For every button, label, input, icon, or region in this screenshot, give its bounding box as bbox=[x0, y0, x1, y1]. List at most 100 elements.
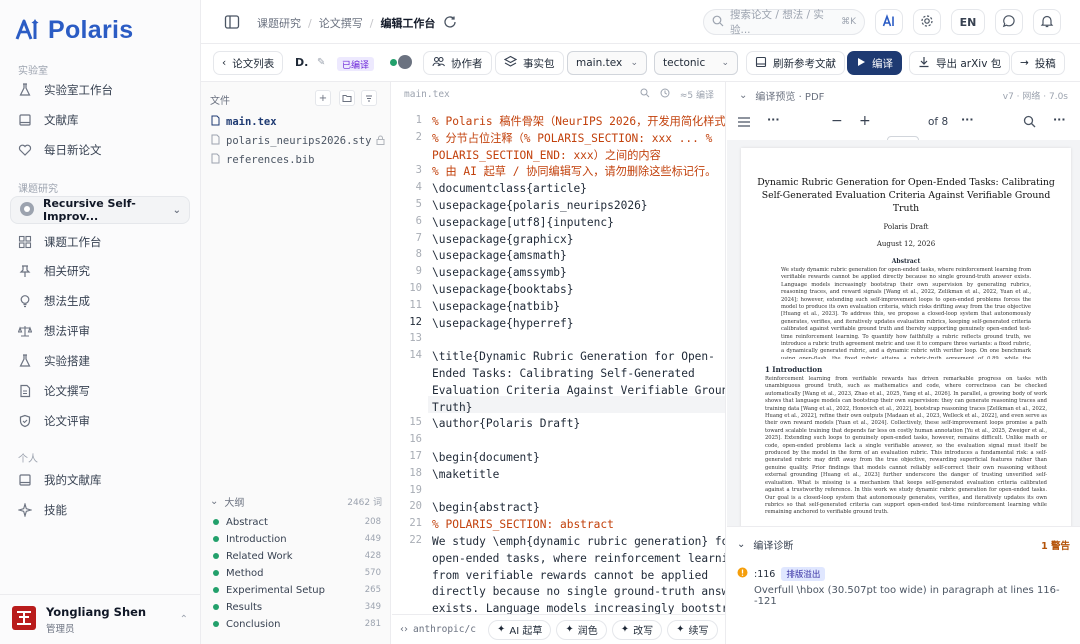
model-path[interactable]: anthropic/c bbox=[413, 624, 483, 635]
search-input[interactable]: 搜索论文 / 想法 / 实验... ⌘K bbox=[703, 9, 865, 36]
outline-item[interactable]: Abstract 208 bbox=[213, 514, 381, 530]
project-select[interactable]: Recursive Self-Improv... ⌄ bbox=[10, 196, 190, 224]
sidebar-item-idea-review[interactable]: 想法评审 bbox=[18, 321, 188, 341]
zoom-in-icon[interactable]: + bbox=[859, 113, 871, 129]
code-line[interactable]: \usepackage{natbib} bbox=[432, 299, 560, 316]
messages-button[interactable] bbox=[995, 9, 1023, 35]
outline-item[interactable]: Introduction 449 bbox=[213, 531, 381, 547]
outline-header[interactable]: ⌄ 大纲 2462 词 bbox=[210, 494, 382, 509]
code-line[interactable]: from verifiable rewards cannot be applie… bbox=[432, 568, 708, 585]
compile-button[interactable]: 编译 bbox=[847, 51, 902, 75]
main-file-select[interactable]: main.tex ⌄ bbox=[567, 51, 647, 75]
file-icon bbox=[210, 153, 221, 167]
breadcrumb-item[interactable]: 课题研究 bbox=[257, 15, 301, 31]
sidebar-item-idea-generation[interactable]: 想法生成 bbox=[18, 291, 188, 311]
more-icon[interactable]: ··· bbox=[961, 113, 974, 126]
file-item[interactable]: polaris_neurips2026.sty bbox=[210, 132, 385, 150]
ai-assistant-button[interactable] bbox=[875, 9, 903, 35]
outline-item[interactable]: Results 349 bbox=[213, 599, 381, 615]
sidebar-item-daily-papers[interactable]: 每日新论文 bbox=[18, 140, 188, 160]
ai-draft-button[interactable]: ✦ AI 起草 bbox=[488, 619, 552, 640]
outline-item[interactable]: Related Work 428 bbox=[213, 548, 381, 564]
sidebar-list-icon[interactable] bbox=[737, 116, 751, 131]
outline-count: 449 bbox=[364, 534, 381, 544]
code-line[interactable]: \usepackage{hyperref} bbox=[432, 316, 573, 333]
export-arxiv-button[interactable]: 导出 arXiv 包 bbox=[909, 51, 1011, 75]
file-item[interactable]: main.tex bbox=[210, 113, 384, 131]
edit-title-icon[interactable]: ✎ bbox=[317, 57, 325, 68]
refresh-references-button[interactable]: 刷新参考文献 bbox=[746, 51, 845, 75]
outline-item[interactable]: Experimental Setup 265 bbox=[213, 582, 381, 598]
outline-label: Abstract bbox=[226, 516, 268, 528]
collaborators-button[interactable]: 协作者 bbox=[423, 51, 492, 75]
code-line[interactable]: \maketitle bbox=[432, 467, 499, 484]
sidebar-item-experiment-setup[interactable]: 实验搭建 bbox=[18, 351, 188, 371]
diagnostics-header[interactable]: ⌄ 编译诊断 1 警告 bbox=[737, 537, 1070, 552]
sidebar-item-project-workbench[interactable]: 课题工作台 bbox=[18, 232, 188, 252]
sidebar-item-paper-review[interactable]: 论文评审 bbox=[18, 411, 188, 431]
more-icon[interactable]: ··· bbox=[767, 113, 780, 126]
code-line[interactable]: \usepackage{graphicx} bbox=[432, 232, 573, 249]
user-profile[interactable]: Yongliang Shen 管理员 ⌃ bbox=[0, 594, 200, 644]
more-icon[interactable]: ··· bbox=[1053, 113, 1066, 126]
code-line[interactable]: We study \emph{dynamic rubric generation… bbox=[432, 534, 725, 551]
sidebar-item-related-research[interactable]: 相关研究 bbox=[18, 261, 188, 281]
sidebar-item-lab-workbench[interactable]: 实验室工作台 bbox=[18, 80, 188, 100]
polish-button[interactable]: ✦ 润色 bbox=[556, 619, 607, 640]
code-line[interactable]: Ended Tasks: Calibrating Self-Generated bbox=[432, 366, 695, 383]
code-editor[interactable]: main.tex ≈5 编译 1 2 3 4 5 6 7 8 9 10 11 12 13 14 15 16 17… bbox=[392, 82, 726, 644]
code-line[interactable]: \usepackage{polaris_neurips2026} bbox=[432, 198, 648, 215]
chevron-down-icon[interactable]: ⌄ bbox=[739, 90, 747, 101]
code-line[interactable]: % POLARIS_SECTION: abstract bbox=[432, 517, 614, 534]
line-number: 6 bbox=[415, 214, 422, 227]
outline-item[interactable]: Method 570 bbox=[213, 565, 381, 581]
sidebar-item-paper-writing[interactable]: 论文撰写 bbox=[18, 381, 188, 401]
settings-button[interactable] bbox=[913, 9, 941, 35]
code-line[interactable]: \author{Polaris Draft} bbox=[432, 416, 580, 433]
code-line[interactable]: \begin{abstract} bbox=[432, 500, 540, 517]
code-line[interactable]: % Polaris 稿件骨架（NeurIPS 2026，开发用简化样式） bbox=[432, 114, 725, 131]
language-button[interactable]: EN bbox=[951, 9, 985, 35]
sidebar-item-skills[interactable]: 技能 bbox=[18, 500, 188, 520]
code-line[interactable]: \begin{document} bbox=[432, 450, 540, 467]
code-line[interactable]: directly because no single ground-truth … bbox=[432, 584, 725, 601]
code-line[interactable]: \usepackage[utf8]{inputenc} bbox=[432, 215, 614, 232]
fact-pack-button[interactable]: 事实包 bbox=[495, 51, 564, 75]
continue-button[interactable]: ✦ 续写 bbox=[667, 619, 718, 640]
breadcrumb-item[interactable]: 论文撰写 bbox=[319, 15, 363, 31]
code-line[interactable]: \documentclass{article} bbox=[432, 181, 587, 198]
code-line[interactable]: Truth} bbox=[432, 400, 472, 417]
search-icon[interactable] bbox=[1023, 115, 1036, 131]
code-line[interactable]: \usepackage{amssymb} bbox=[432, 265, 567, 282]
paper-list-button[interactable]: ‹ 论文列表 bbox=[213, 51, 284, 75]
history-icon[interactable] bbox=[660, 88, 670, 101]
sidebar-toggle-icon[interactable] bbox=[223, 13, 241, 31]
code-line[interactable]: Evaluation Criteria Against Verifiable G… bbox=[432, 383, 725, 400]
code-line[interactable]: \usepackage{booktabs} bbox=[432, 282, 573, 299]
code-line[interactable]: POLARIS_SECTION_END: xxx）之间的内容 bbox=[432, 148, 661, 165]
diagnostic-item[interactable]: :116 排版溢出 bbox=[737, 567, 826, 581]
new-file-button[interactable]: + bbox=[315, 90, 331, 106]
engine-select[interactable]: tectonic ⌄ bbox=[654, 51, 738, 75]
sidebar-item-library[interactable]: 文献库 bbox=[18, 110, 188, 130]
document-title[interactable]: D. bbox=[295, 56, 308, 69]
new-folder-icon[interactable] bbox=[339, 90, 355, 106]
app-logo[interactable]: Polaris bbox=[14, 14, 133, 46]
sidebar-item-my-library[interactable]: 我的文献库 bbox=[18, 470, 188, 490]
submit-button[interactable]: → 投稿 bbox=[1011, 51, 1065, 75]
line-number: 12 bbox=[409, 315, 422, 328]
rewrite-button[interactable]: ✦ 改写 bbox=[611, 619, 663, 640]
refresh-icon[interactable] bbox=[441, 13, 459, 31]
pdf-canvas[interactable]: Dynamic Rubric Generation for Open-Ended… bbox=[727, 140, 1080, 526]
outline-item[interactable]: Conclusion 281 bbox=[213, 616, 381, 632]
code-line[interactable]: % 由 AI 起草 / 协同编辑写入，请勿删除这些标记行。 bbox=[432, 164, 716, 181]
code-line[interactable]: \title{Dynamic Rubric Generation for Ope… bbox=[432, 349, 715, 366]
code-line[interactable]: open-ended tasks, where reinforcement le… bbox=[432, 551, 725, 568]
code-line[interactable]: % 分节占位注释（% POLARIS_SECTION: xxx ... % bbox=[432, 131, 712, 148]
notifications-button[interactable] bbox=[1033, 9, 1061, 35]
code-line[interactable]: \usepackage{amsmath} bbox=[432, 248, 567, 265]
zoom-out-icon[interactable]: − bbox=[831, 113, 843, 129]
search-icon[interactable] bbox=[640, 88, 650, 101]
collapse-icon[interactable] bbox=[361, 90, 377, 106]
file-item[interactable]: references.bib bbox=[210, 151, 384, 169]
